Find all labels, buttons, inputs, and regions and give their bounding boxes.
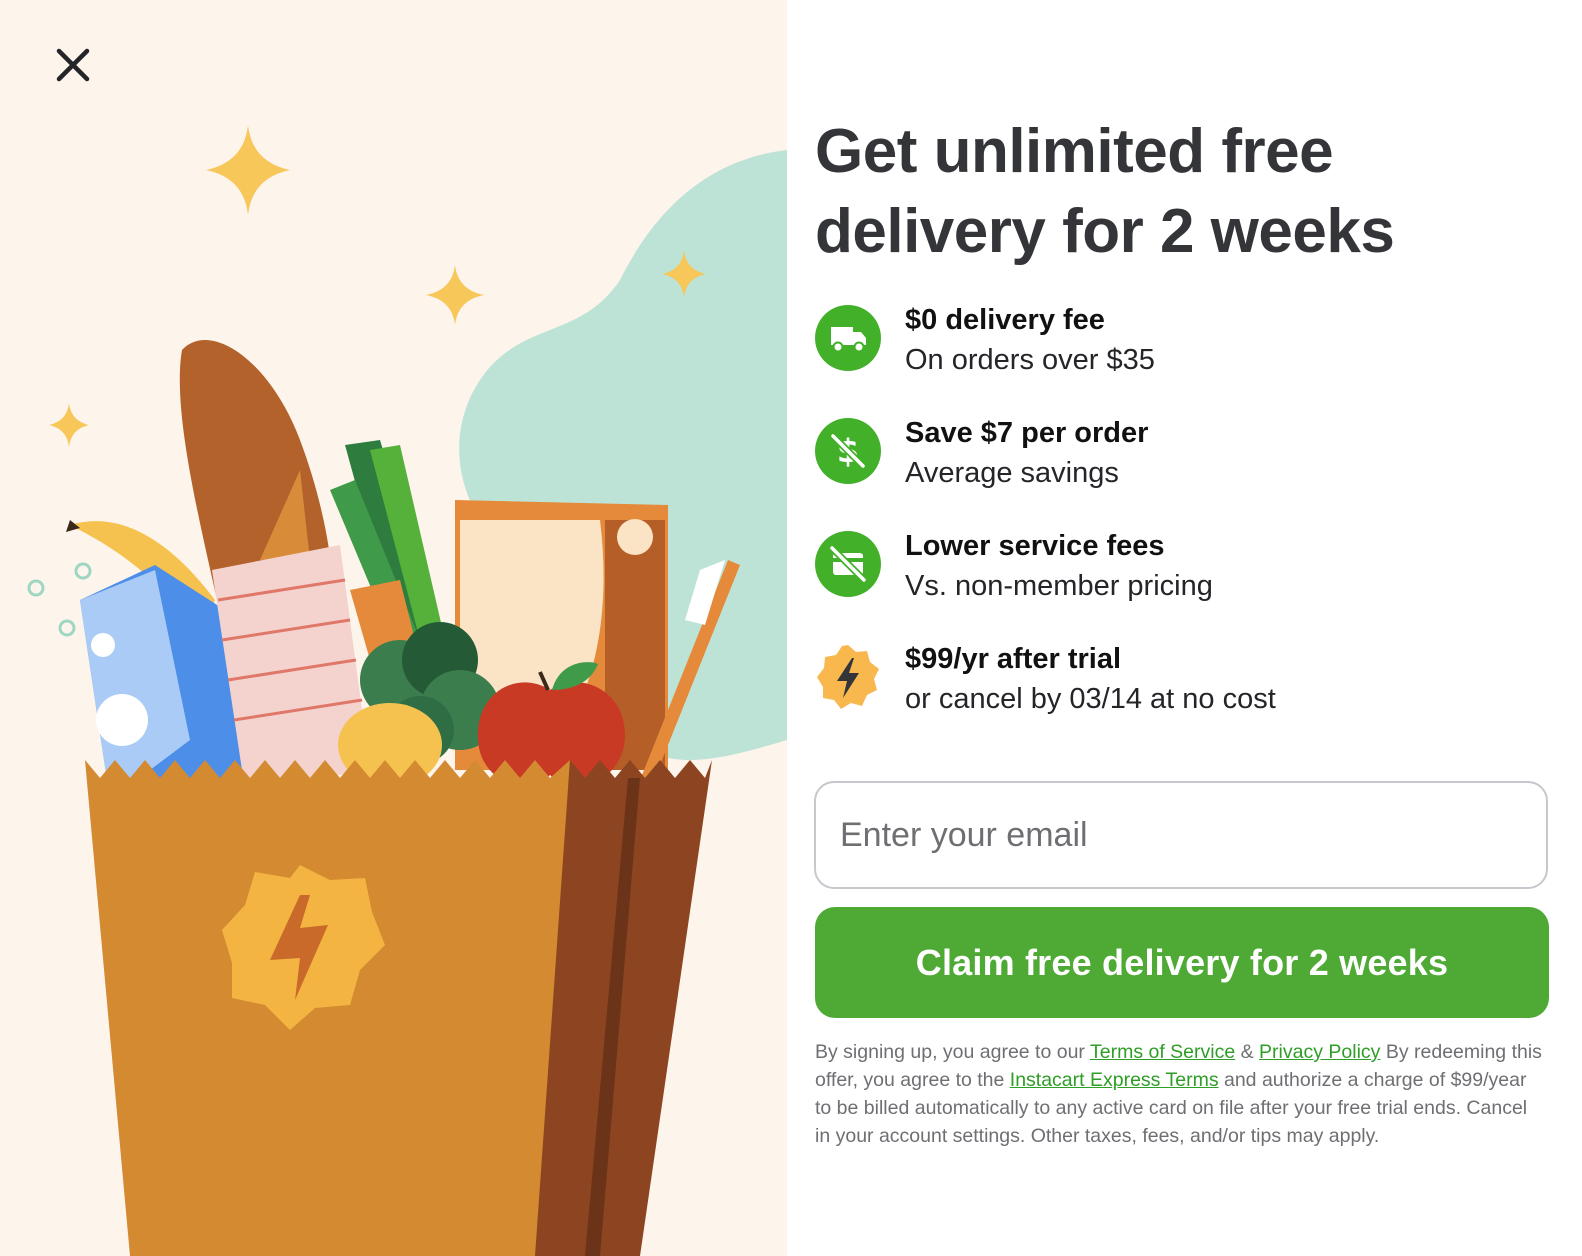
benefit-title: $0 delivery fee <box>905 304 1105 336</box>
claim-free-delivery-button[interactable]: Claim free delivery for 2 weeks <box>815 907 1549 1018</box>
benefit-item-savings: $ Save $7 per order Average savings <box>815 417 1535 508</box>
benefit-title: $99/yr after trial <box>905 643 1122 675</box>
terms-of-service-link[interactable]: Terms of Service <box>1090 1041 1235 1063</box>
benefit-title: Lower service fees <box>905 530 1165 562</box>
dollar-slash-icon: $ <box>815 418 881 484</box>
privacy-policy-link[interactable]: Privacy Policy <box>1259 1041 1380 1063</box>
close-button[interactable] <box>48 40 98 90</box>
benefit-item-trial-price: $99/yr after trial or cancel by 03/14 at… <box>815 643 1535 734</box>
illustration-panel <box>0 0 787 1256</box>
offer-panel: Get unlimited free delivery for 2 weeks … <box>787 0 1582 1256</box>
lightning-badge-icon <box>817 645 879 709</box>
benefit-subtitle: or cancel by 03/14 at no cost <box>905 683 1276 715</box>
email-input[interactable] <box>814 781 1548 889</box>
legal-text: & <box>1235 1041 1260 1063</box>
benefit-subtitle: Average savings <box>905 457 1119 489</box>
instacart-express-terms-link[interactable]: Instacart Express Terms <box>1010 1069 1219 1091</box>
benefit-subtitle: On orders over $35 <box>905 344 1155 376</box>
benefit-subtitle: Vs. non-member pricing <box>905 570 1213 602</box>
legal-disclaimer: By signing up, you agree to our Terms of… <box>815 1038 1545 1150</box>
benefit-item-delivery-fee: $0 delivery fee On orders over $35 <box>815 304 1535 395</box>
legal-text: By signing up, you agree to our <box>815 1041 1090 1063</box>
delivery-truck-icon <box>815 305 881 371</box>
close-icon <box>56 48 90 82</box>
page-title: Get unlimited free delivery for 2 weeks <box>815 117 1395 266</box>
grocery-bag-illustration <box>27 125 787 1256</box>
benefit-title: Save $7 per order <box>905 417 1149 449</box>
fee-card-slash-icon <box>815 531 881 597</box>
benefit-item-service-fees: Lower service fees Vs. non-member pricin… <box>815 530 1535 621</box>
